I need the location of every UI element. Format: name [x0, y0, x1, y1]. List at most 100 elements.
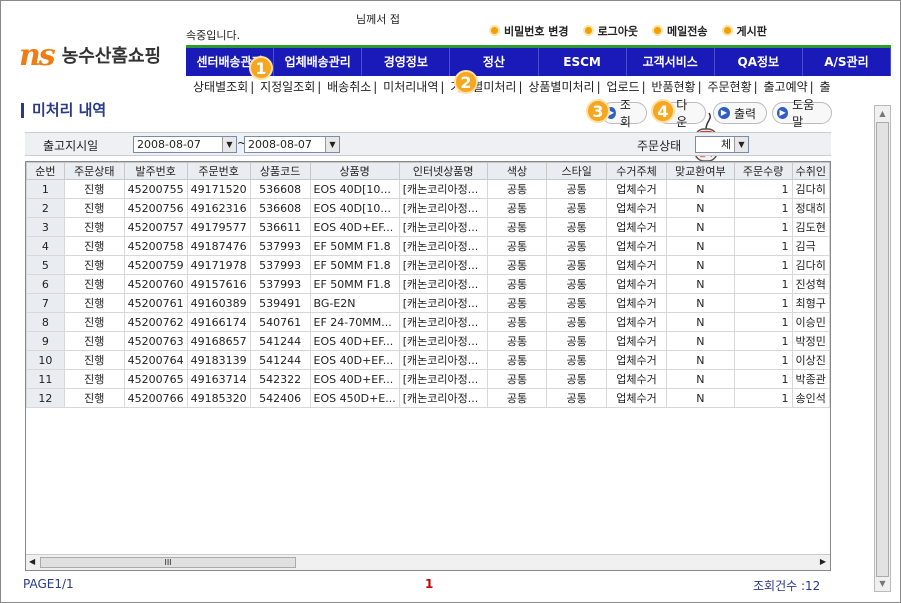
table-cell: 진행 [63, 236, 125, 256]
table-cell: 45200759 [123, 255, 188, 275]
logout-link[interactable]: 로그아웃 [582, 23, 638, 39]
table-cell: 공통 [546, 388, 608, 408]
table-cell: 540761 [249, 312, 311, 332]
submenu-cancel[interactable]: 배송취소 [327, 80, 371, 94]
table-cell: EF 50MM F1.8 [309, 236, 400, 256]
step-marker-1: 1 [249, 56, 273, 80]
table-cell: 536608 [249, 198, 311, 218]
table-row[interactable]: 7 진행 45200761 49160389 539491 BG-E2N [캐논코리아정..… [26, 293, 830, 313]
board-link[interactable]: 게시판 [721, 23, 767, 39]
column-header[interactable]: 주문상태 [63, 162, 125, 180]
scroll-up-icon[interactable]: ▲ [875, 106, 890, 121]
scroll-thumb[interactable]: III [40, 557, 296, 568]
table-cell: 공통 [546, 369, 608, 389]
submenu-unprocessed[interactable]: 미처리내역 [383, 80, 438, 94]
chevron-down-icon: ▼ [325, 137, 339, 152]
table-cell: 9 [26, 331, 65, 351]
table-cell: [캐논코리아정... [398, 293, 488, 313]
table-cell: N [665, 331, 735, 351]
column-header[interactable]: 순번 [26, 162, 65, 180]
send-mail-link[interactable]: 메일전송 [652, 23, 708, 39]
menu-vendor-delivery[interactable]: 업체배송관리 [274, 48, 363, 76]
vertical-scrollbar[interactable]: ▲ ▼ [874, 105, 891, 592]
menu-management-info[interactable]: 경영정보 [362, 48, 451, 76]
menu-escm[interactable]: ESCM [539, 48, 627, 76]
menu-customer-service[interactable]: 고객서비스 [627, 48, 715, 76]
table-row[interactable]: 12 진행 45200766 49185320 542406 EOS 450D+E...[… [26, 388, 830, 408]
table-cell: [캐논코리아정... [398, 274, 488, 294]
table-row[interactable]: 1 진행 45200755 49171520 536608 EOS 40D[10... [캐… [26, 179, 830, 199]
table-row[interactable]: 9 진행 45200763 49168657 541244 EOS 40D+EF... [캐… [26, 331, 830, 351]
table-header: 순번 주문상태 발주번호 주문번호 상품코드 상품명 인터넷상품명 색상 스타일 수거주체 맞교환여… [26, 162, 830, 180]
column-header[interactable]: 색상 [486, 162, 548, 180]
print-button[interactable]: ▶ 출력 [713, 102, 767, 124]
table-cell: N [665, 217, 735, 237]
table-cell: 공통 [546, 198, 608, 218]
table-cell: 49162316 [186, 198, 251, 218]
table-row[interactable]: 5 진행 45200759 49171978 537993 EF 50MM F1.8 [캐논… [26, 255, 830, 275]
table-cell: 45200764 [123, 350, 188, 370]
bullet-icon [721, 25, 733, 36]
column-header[interactable]: 수거주체 [606, 162, 667, 180]
submenu-upload[interactable]: 업로드 [606, 80, 639, 94]
column-header[interactable]: 상품명 [309, 162, 400, 180]
table-cell: N [665, 255, 735, 275]
column-header[interactable]: 수취인 [791, 162, 830, 180]
current-page-link[interactable]: 1 [425, 577, 433, 591]
table-cell: 542322 [249, 369, 311, 389]
table-row[interactable]: 6 진행 45200760 49157616 537993 EF 50MM F1.8 [캐논… [26, 274, 830, 294]
table-row[interactable]: 3 진행 45200757 49179577 536611 EOS 40D+EF... [캐… [26, 217, 830, 237]
table-cell: N [665, 236, 735, 256]
table-row[interactable]: 11 진행 45200765 49163714 542322 EOS 40D+EF...[… [26, 369, 830, 389]
table-cell: 3 [26, 217, 65, 237]
submenu-product-unprocessed[interactable]: 상품별미처리 [528, 80, 594, 94]
main-menu: 센터배송관리 업체배송관리 경영정보 정산 ESCM 고객서비스 QA정보 A/… [186, 48, 891, 76]
change-password-link[interactable]: 비밀번호 변경 [489, 23, 569, 39]
table-row[interactable]: 8 진행 45200762 49166174 540761 EF 24-70MM... [캐… [26, 312, 830, 332]
submenu-by-status[interactable]: 상태별조회 [193, 80, 248, 94]
submenu-returns[interactable]: 반품현황 [651, 80, 695, 94]
table-cell: 49160389 [186, 293, 251, 313]
table-cell: 45200760 [123, 274, 188, 294]
column-header[interactable]: 주문번호 [186, 162, 251, 180]
table-cell: 업체수거 [606, 388, 667, 408]
column-header[interactable]: 스타일 [546, 162, 608, 180]
column-header[interactable]: 발주번호 [123, 162, 188, 180]
column-header[interactable]: 맞교환여부 [665, 162, 735, 180]
menu-as-management[interactable]: A/S관리 [803, 48, 891, 76]
table-cell: 공통 [486, 331, 548, 351]
column-header[interactable]: 주문수량 [733, 162, 793, 180]
table-cell: [캐논코리아정... [398, 236, 488, 256]
logo-mark: ns [19, 37, 56, 73]
table-cell: 공통 [486, 388, 548, 408]
table-row[interactable]: 4 진행 45200758 49187476 537993 EF 50MM F1.8 [캐논… [26, 236, 830, 256]
menu-qa-info[interactable]: QA정보 [715, 48, 803, 76]
submenu-orders[interactable]: 주문현황 [707, 80, 751, 94]
table-cell: 김다히 [791, 179, 830, 199]
horizontal-scrollbar[interactable]: ◀ III ▶ [26, 554, 830, 570]
table-row[interactable]: 10 진행 45200764 49183139 541244 EOS 40D+EF...[… [26, 350, 830, 370]
help-button[interactable]: ▶ 도움말 [772, 98, 832, 129]
column-header[interactable]: 상품코드 [249, 162, 311, 180]
table-cell: 공통 [546, 350, 608, 370]
table-cell: 541244 [249, 331, 311, 351]
order-status-select[interactable]: 체 ▼ [695, 136, 749, 153]
bullet-icon [652, 25, 664, 36]
table-cell: 공통 [546, 236, 608, 256]
date-to-select[interactable]: 2008-08-07 ▼ [244, 136, 340, 153]
scroll-down-icon[interactable]: ▼ [875, 576, 890, 591]
vertical-scroll-thumb[interactable] [876, 122, 889, 577]
table-cell: 45200758 [123, 236, 188, 256]
logo[interactable]: ns 농수산홈쇼핑 [19, 37, 161, 73]
table-cell: 업체수거 [606, 312, 667, 332]
scroll-right-icon[interactable]: ▶ [820, 557, 826, 566]
column-header[interactable]: 인터넷상품명 [398, 162, 488, 180]
submenu-by-date[interactable]: 지정일조회 [260, 80, 315, 94]
table-cell: 6 [26, 274, 65, 294]
date-from-select[interactable]: 2008-08-07 ▼ [133, 136, 237, 153]
submenu-shipping-reserve[interactable]: 출고예약 [763, 80, 807, 94]
scroll-left-icon[interactable]: ◀ [29, 557, 35, 566]
submenu-more[interactable]: 출 [820, 80, 831, 94]
bullet-icon [489, 25, 500, 36]
table-row[interactable]: 2 진행 45200756 49162316 536608 EOS 40D[10... [캐… [26, 198, 830, 218]
